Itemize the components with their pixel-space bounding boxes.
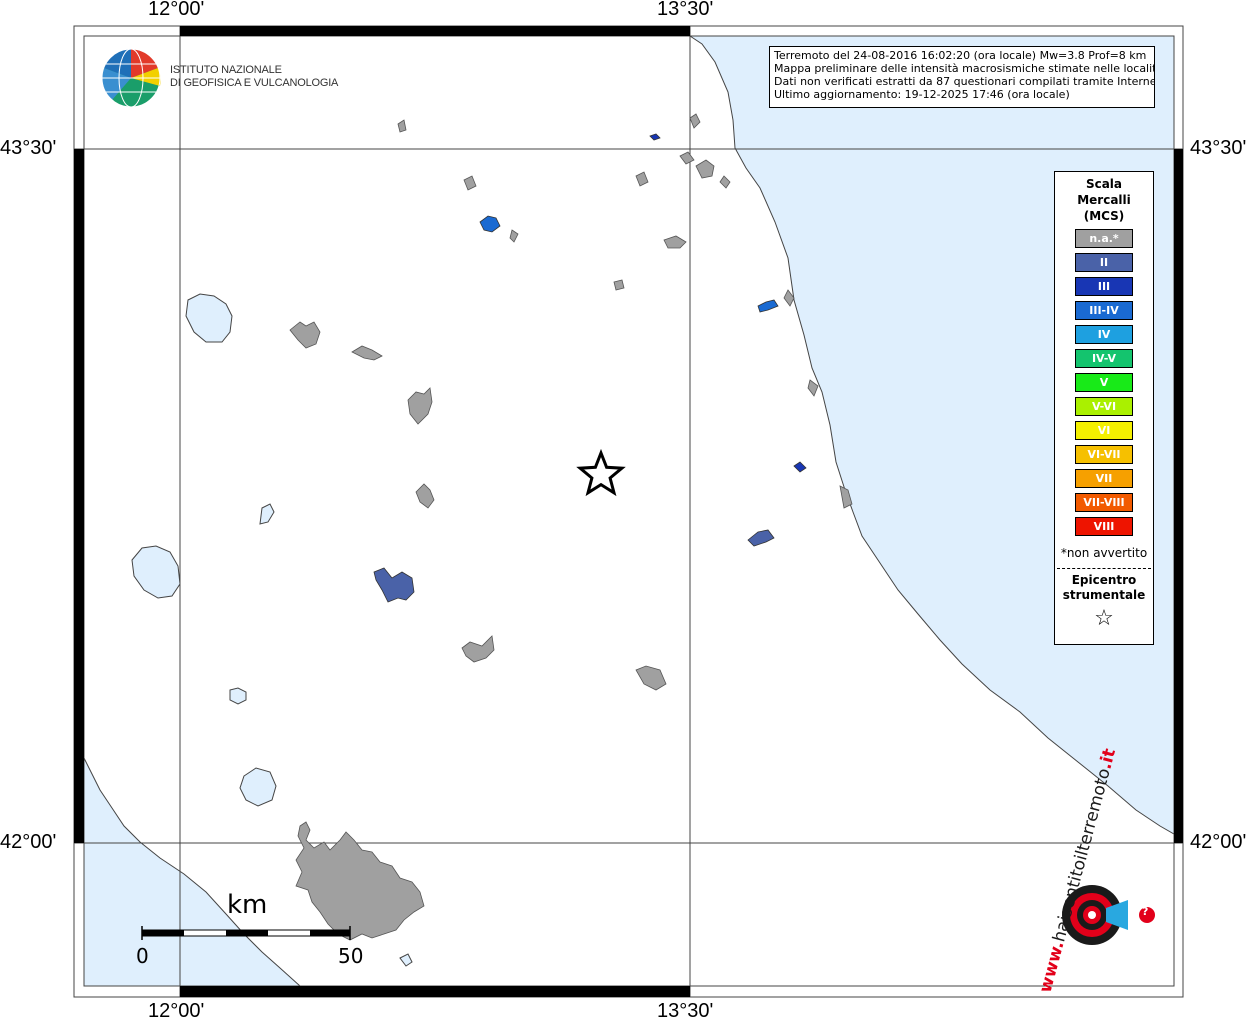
lake-vico <box>229 687 247 705</box>
legend-item: V-VI <box>1075 397 1133 416</box>
legend-epicenter-label: Epicentro strumentale <box>1055 573 1153 603</box>
legend-title: Scala Mercalli (MCS) <box>1055 176 1153 224</box>
lon-label-bottom-right: 13°30' <box>657 1000 714 1022</box>
event-info-box: Terremoto del 24-08-2016 16:02:20 (ora l… <box>769 46 1155 108</box>
legend-item: VII <box>1075 469 1133 488</box>
scale-min: 0 <box>136 944 149 968</box>
scale-max: 50 <box>338 944 364 968</box>
legend-item: V <box>1075 373 1133 392</box>
mcs-legend: Scala Mercalli (MCS) n.a.* II III III-IV IV I… <box>1054 171 1154 645</box>
lat-label-left-bottom: 42°00' <box>0 831 57 853</box>
ingv-line-1: ISTITUTO NAZIONALE <box>170 64 282 76</box>
ingv-line-2: DI GEOFISICA E VULCANOLOGIA <box>170 77 339 89</box>
legend-note: *non avvertito <box>1060 546 1148 560</box>
legend-epi-2: strumentale <box>1062 588 1146 602</box>
lat-label-right-top: 43°30' <box>1190 137 1247 159</box>
lat-label-right-bottom: 42°00' <box>1190 831 1247 853</box>
legend-title-3: (MCS) <box>1083 209 1125 223</box>
lat-label-left-top: 43°30' <box>0 137 57 159</box>
legend-epi-1: Epicentro <box>1071 573 1137 587</box>
haisentito-q: ? <box>1142 905 1149 918</box>
legend-title-2: Mercalli <box>1077 193 1131 207</box>
lon-label-top-left: 12°00' <box>148 0 205 20</box>
lon-label-top-right: 13°30' <box>657 0 714 20</box>
legend-separator <box>1057 568 1151 569</box>
info-line-3: Dati non verificati estratti da 87 quest… <box>774 75 1155 88</box>
info-line-2: Mappa preliminare delle intensità macros… <box>774 62 1155 75</box>
legend-title-1: Scala <box>1085 177 1123 191</box>
legend-item: n.a.* <box>1075 229 1133 248</box>
legend-item: VI-VII <box>1075 445 1133 464</box>
legend-item: II <box>1075 253 1133 272</box>
scale-unit: km <box>227 890 268 920</box>
ingv-logo-text: ISTITUTO NAZIONALE DI GEOFISICA E VULCAN… <box>170 64 338 90</box>
ingv-globe-icon <box>101 48 161 108</box>
legend-item: IV <box>1075 325 1133 344</box>
lon-label-bottom-left: 12°00' <box>148 1000 205 1022</box>
legend-star-icon: ☆ <box>1094 606 1114 631</box>
legend-item: VIII <box>1075 517 1133 536</box>
info-line-1: Terremoto del 24-08-2016 16:02:20 (ora l… <box>774 49 1147 62</box>
legend-item: III-IV <box>1075 301 1133 320</box>
info-line-4: Ultimo aggiornamento: 19-12-2025 17:46 (… <box>774 88 1070 101</box>
legend-item: VI <box>1075 421 1133 440</box>
legend-item: III <box>1075 277 1133 296</box>
legend-item: IV-V <box>1075 349 1133 368</box>
legend-item: VII-VIII <box>1075 493 1133 512</box>
